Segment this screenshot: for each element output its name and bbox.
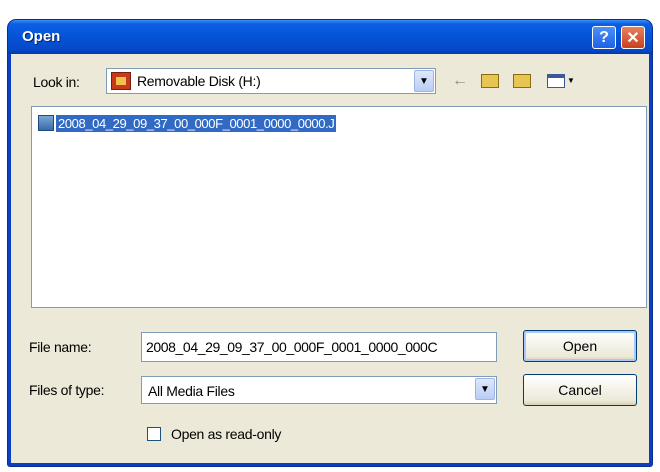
files-of-type-value: All Media Files	[148, 383, 235, 399]
help-button[interactable]: ?	[592, 26, 616, 49]
new-folder-icon[interactable]	[511, 70, 533, 92]
view-menu-icon[interactable]	[545, 70, 567, 92]
read-only-label: Open as read-only	[171, 426, 282, 442]
list-item[interactable]: 2008_04_29_09_37_00_000F_0001_0000_0000.…	[38, 113, 337, 133]
files-of-type-dropdown[interactable]: All Media Files ▼	[141, 376, 497, 404]
look-in-label: Look in:	[33, 74, 80, 90]
open-dialog: Open ? ✕ Look in: Removable Disk (H:) ▼ …	[8, 20, 652, 466]
back-icon[interactable]: ←	[449, 70, 471, 92]
view-menu-chevron-icon[interactable]: ▼	[567, 76, 575, 85]
chevron-down-icon[interactable]: ▼	[414, 70, 434, 92]
folder-up-shape	[481, 74, 499, 88]
file-list[interactable]: 2008_04_29_09_37_00_000F_0001_0000_0000.…	[31, 106, 647, 308]
close-button[interactable]: ✕	[621, 26, 645, 49]
new-folder-shape	[513, 74, 531, 88]
open-button[interactable]: Open	[523, 330, 637, 362]
look-in-dropdown[interactable]: Removable Disk (H:) ▼	[106, 68, 436, 94]
files-of-type-label: Files of type:	[29, 382, 105, 398]
file-icon	[38, 115, 54, 131]
look-in-value: Removable Disk (H:)	[137, 73, 261, 89]
close-icon: ✕	[626, 29, 640, 47]
removable-disk-icon	[111, 72, 131, 90]
help-icon: ?	[599, 28, 609, 46]
read-only-checkbox[interactable]	[147, 427, 161, 441]
read-only-checkbox-row[interactable]: Open as read-only	[147, 426, 281, 442]
file-name: 2008_04_29_09_37_00_000F_0001_0000_0000.…	[56, 114, 337, 132]
file-name-input[interactable]: 2008_04_29_09_37_00_000F_0001_0000_000C	[141, 332, 497, 362]
file-name-label: File name:	[29, 339, 92, 355]
back-arrow-glyph: ←	[452, 72, 468, 89]
cancel-button[interactable]: Cancel	[523, 374, 637, 406]
title-bar[interactable]: Open ? ✕	[8, 20, 652, 54]
view-menu-shape	[547, 74, 565, 88]
dialog-title: Open	[22, 28, 61, 45]
chevron-down-icon[interactable]: ▼	[475, 378, 495, 400]
dialog-body: Look in: Removable Disk (H:) ▼ ← ▼ 2008_…	[11, 54, 649, 463]
up-folder-icon[interactable]	[479, 70, 501, 92]
